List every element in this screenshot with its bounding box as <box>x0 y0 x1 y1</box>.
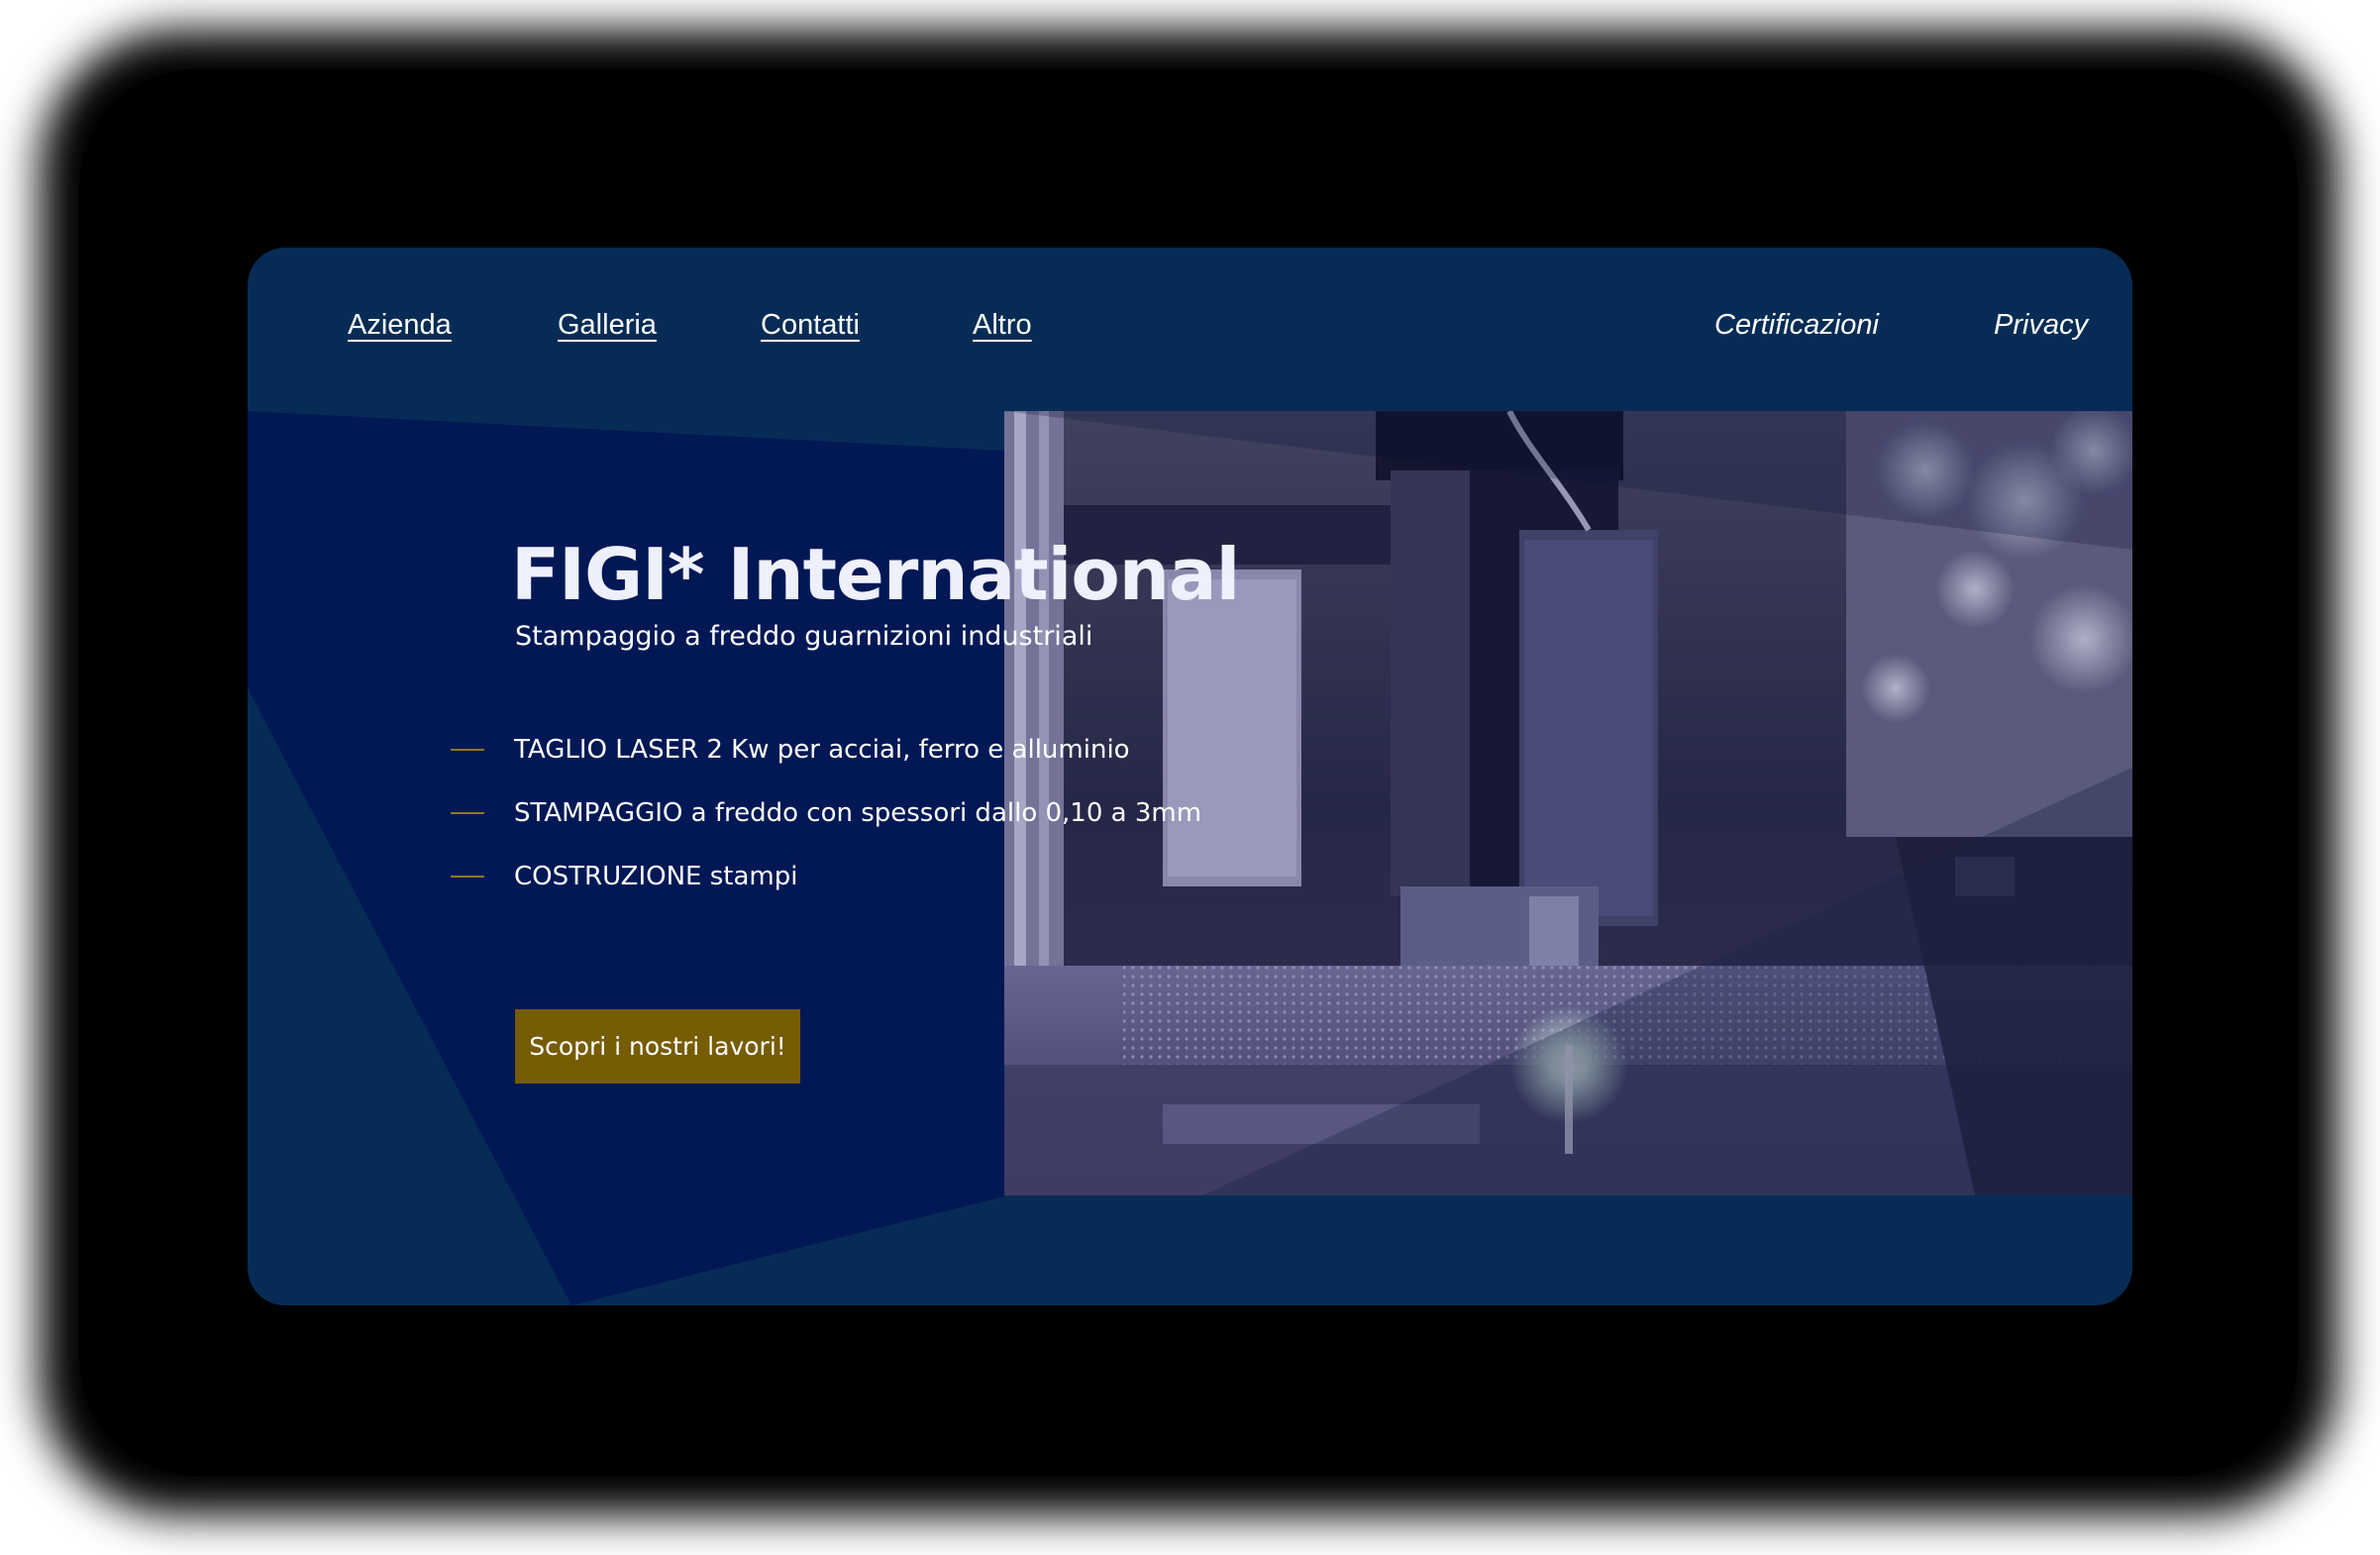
top-navigation: Azienda Galleria Contatti Altro Certific… <box>248 248 2132 411</box>
hero-subtitle: Stampaggio a freddo guarnizioni industri… <box>515 621 1093 652</box>
nav-link-contatti[interactable]: Contatti <box>761 309 860 342</box>
dash-icon <box>451 876 484 878</box>
nav-link-certificazioni[interactable]: Certificazioni <box>1714 309 1879 342</box>
website-card: Azienda Galleria Contatti Altro Certific… <box>248 248 2132 1305</box>
feature-item: COSTRUZIONE stampi <box>451 862 797 891</box>
dash-icon <box>451 812 484 814</box>
feature-text: TAGLIO LASER 2 Kw per acciai, ferro e al… <box>514 735 1130 765</box>
feature-text: COSTRUZIONE stampi <box>514 862 798 891</box>
discover-works-button[interactable]: Scopri i nostri lavori! <box>515 1009 800 1084</box>
nav-link-azienda[interactable]: Azienda <box>348 309 452 342</box>
nav-link-privacy[interactable]: Privacy <box>1994 309 2088 342</box>
nav-link-galleria[interactable]: Galleria <box>558 309 657 342</box>
hero-title: FIGI* International <box>511 533 1240 616</box>
feature-item: TAGLIO LASER 2 Kw per acciai, ferro e al… <box>451 735 1130 765</box>
feature-item: STAMPAGGIO a freddo con spessori dallo 0… <box>451 798 1201 828</box>
dash-icon <box>451 749 484 751</box>
nav-link-altro[interactable]: Altro <box>973 309 1032 342</box>
feature-text: STAMPAGGIO a freddo con spessori dallo 0… <box>514 798 1202 828</box>
